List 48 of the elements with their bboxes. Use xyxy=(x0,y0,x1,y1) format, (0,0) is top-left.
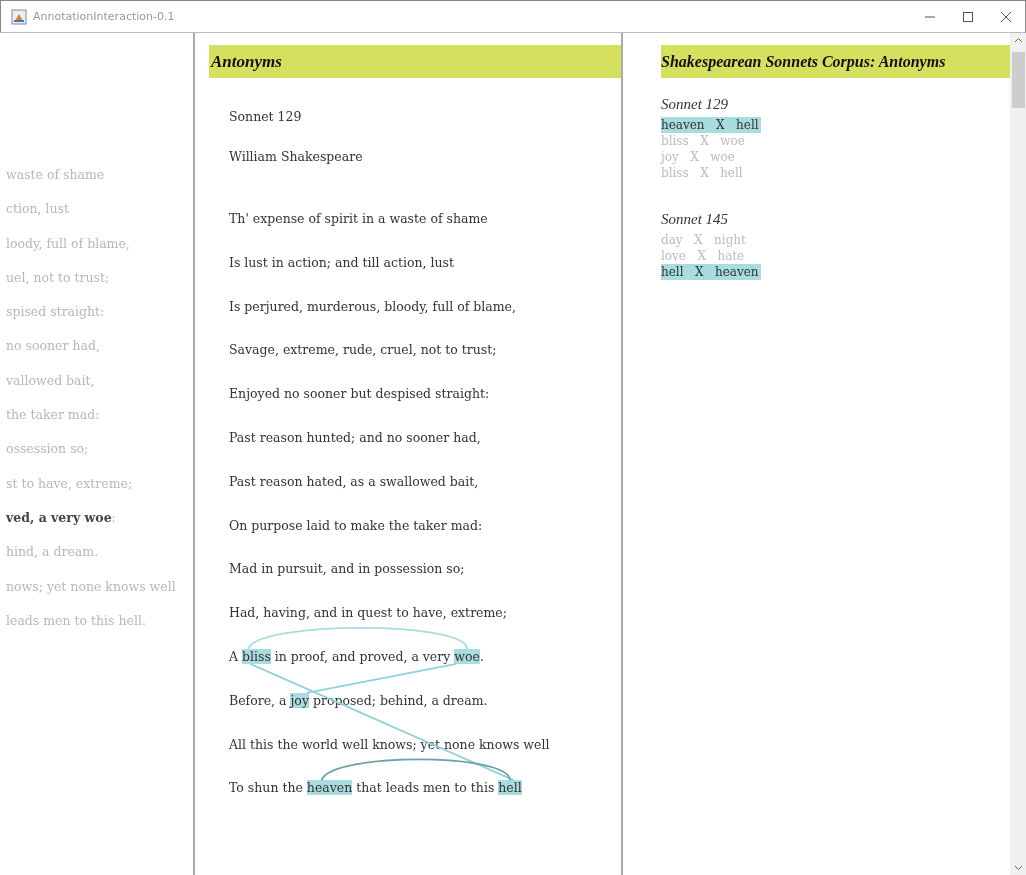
poem-author: William Shakespeare xyxy=(229,148,363,166)
poem-line: uel, not to trust; xyxy=(5,269,111,287)
panel-heading: Shakespearean Sonnets Corpus: Antonyms xyxy=(661,45,1010,78)
poem-line: nows; yet none knows well xyxy=(5,578,177,596)
poem-line: Is perjured, murderous, bloody, full of blame, xyxy=(229,297,516,316)
poem-line: st to have, extreme; xyxy=(5,475,134,493)
poem-line: Savage, extreme, rude, cruel, not to trust; xyxy=(229,341,497,360)
panel-heading: Antonyms xyxy=(209,45,621,78)
poem-line: To shun the heaven that leads men to this hell xyxy=(229,779,522,798)
scroll-down-icon[interactable] xyxy=(1013,863,1023,872)
antonym-pair[interactable]: love X hate xyxy=(661,248,747,264)
window-title: AnnotationInteraction-0.1 xyxy=(33,10,176,23)
antonym-pair[interactable]: hell X heaven xyxy=(661,264,761,280)
scroll-up-icon[interactable] xyxy=(1013,36,1023,45)
poem-line: vallowed bait, xyxy=(5,372,96,390)
antonym-pair[interactable]: bliss X woe xyxy=(661,133,747,149)
poem-line: Is lust in action; and till action, lust xyxy=(229,253,454,272)
app-icon xyxy=(11,8,27,25)
poem-line: Past reason hated, as a swallowed bait, xyxy=(229,472,479,491)
poem-line: Th' expense of spirit in a waste of shame xyxy=(229,210,488,228)
poem-line: Before, a joy proposed; behind, a dream. xyxy=(229,691,488,710)
poem-line: spised straight: xyxy=(5,304,106,322)
sonnet-title: Sonnet 145 xyxy=(661,211,730,228)
poem-title: Sonnet 129 xyxy=(229,108,302,126)
antonym-pair[interactable]: joy X woe xyxy=(661,149,737,165)
poem-line: leads men to this hell. xyxy=(5,612,147,630)
antonym-pair[interactable]: day X night xyxy=(661,232,748,248)
scrollbar[interactable] xyxy=(1010,33,1026,875)
poem-line: ction, lust xyxy=(5,201,71,219)
poem-line: no sooner had, xyxy=(5,338,101,356)
poem-line: On purpose laid to make the taker mad: xyxy=(229,516,483,535)
poem-line: ved, a very woe: xyxy=(5,509,117,527)
close-icon xyxy=(1001,11,1011,22)
poem-line: Had, having, and in quest to have, extreme; xyxy=(229,604,507,623)
poem-line: Past reason hunted; and no sooner had, xyxy=(229,429,481,447)
poem-line: Enjoyed no sooner but despised straight: xyxy=(229,385,490,404)
poem-line: ossession so; xyxy=(5,441,90,459)
poem-line: hind, a dream. xyxy=(5,544,100,562)
poem-line: Mad in pursuit, and in possession so; xyxy=(229,560,465,579)
antonym-pair[interactable]: heaven X hell xyxy=(661,117,761,133)
sonnet-title: Sonnet 129 xyxy=(661,96,730,113)
maximize-icon xyxy=(963,11,973,22)
antonym-pair[interactable]: bliss X hell xyxy=(661,165,745,181)
poem-line: loody, full of blame, xyxy=(5,235,131,253)
scroll-thumb[interactable] xyxy=(1011,52,1025,108)
poem-line: the taker mad: xyxy=(5,407,101,425)
poem-line: A bliss in proof, and proved, a very woe. xyxy=(229,647,484,666)
poem-line: waste of shame xyxy=(5,167,106,184)
